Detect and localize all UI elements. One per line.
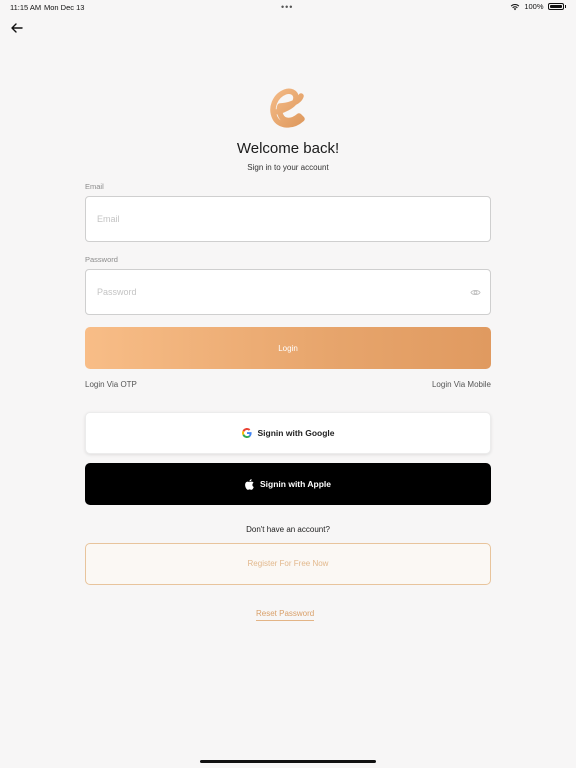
no-account-prompt: Don't have an account?	[246, 525, 330, 534]
register-for-free-button[interactable]: Register For Free Now	[85, 543, 491, 585]
welcome-subtitle: Sign in to your account	[247, 163, 329, 172]
apple-icon	[245, 478, 254, 490]
google-button-label: Signin with Google	[257, 428, 335, 438]
reset-password-link[interactable]: Reset Password	[256, 609, 315, 621]
status-bar: 11:15 AM Mon Dec 13 ••• 100%	[0, 0, 576, 14]
battery-percentage: 100%	[524, 2, 544, 11]
status-time: 11:15 AM	[10, 3, 42, 12]
email-field[interactable]	[86, 197, 490, 241]
battery-level-fill	[549, 5, 562, 8]
google-icon	[241, 428, 252, 438]
wifi-icon	[511, 3, 520, 10]
status-date: Mon Dec 13	[44, 3, 85, 12]
arrow-left-icon	[11, 23, 23, 33]
password-label: Password	[85, 255, 118, 264]
password-field-container	[85, 269, 491, 315]
battery-nub	[564, 5, 566, 8]
eye-icon[interactable]	[470, 288, 481, 297]
email-label: Email	[85, 182, 104, 191]
welcome-title: Welcome back!	[236, 140, 340, 157]
login-via-otp-link[interactable]: Login Via OTP	[85, 380, 137, 389]
login-screen: 11:15 AM Mon Dec 13 ••• 100% Welcome bac…	[0, 0, 576, 768]
email-field-container	[85, 196, 491, 242]
signin-with-apple-button[interactable]: Signin with Apple	[85, 463, 491, 505]
multitasking-dots[interactable]: •••	[281, 2, 293, 12]
login-button[interactable]: Login	[85, 327, 491, 369]
brand-e-logo	[270, 88, 305, 128]
password-field[interactable]	[86, 270, 490, 314]
home-indicator[interactable]	[200, 760, 376, 763]
back-button[interactable]	[9, 20, 25, 36]
signin-with-google-button[interactable]: Signin with Google	[85, 412, 491, 454]
apple-button-label: Signin with Apple	[260, 479, 331, 489]
status-right: 100%	[510, 2, 566, 11]
battery-icon	[547, 3, 564, 10]
login-via-mobile-link[interactable]: Login Via Mobile	[432, 380, 491, 389]
